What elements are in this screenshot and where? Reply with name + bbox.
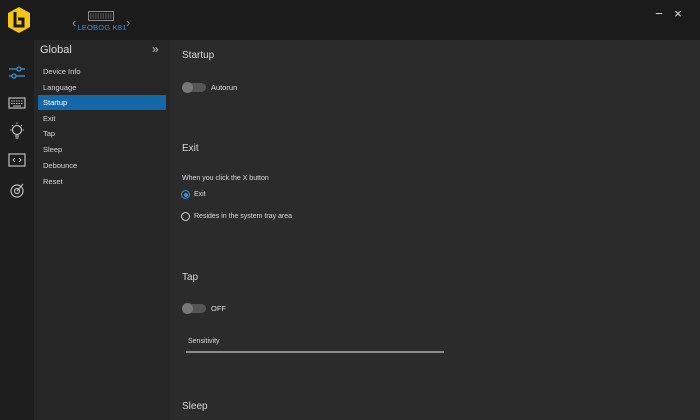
tray-option-label: Resides in the system tray area <box>194 213 293 220</box>
submenu-item-debounce[interactable]: Debounce <box>38 158 166 173</box>
sensitivity-slider[interactable] <box>186 351 444 353</box>
exit-section-title: Exit <box>182 143 199 154</box>
submenu-item-label: Startup <box>43 98 68 107</box>
target-icon[interactable] <box>8 181 26 199</box>
toggle-knob <box>182 82 193 93</box>
exit-radio[interactable] <box>181 190 190 199</box>
submenu-item-sleep[interactable]: Sleep <box>38 142 166 157</box>
submenu-item-label: Debounce <box>43 161 78 170</box>
submenu-item-label: Tap <box>43 129 56 138</box>
sliders-icon[interactable] <box>8 64 26 82</box>
startup-section-title: Startup <box>182 50 215 61</box>
global-submenu: Global » Device Info Language Startup Ex… <box>34 40 170 420</box>
submenu-item-tap[interactable]: Tap <box>38 126 166 141</box>
macro-code-icon[interactable] <box>8 151 26 169</box>
minimize-button[interactable]: − <box>651 6 667 22</box>
submenu-item-exit[interactable]: Exit <box>38 111 166 126</box>
submenu-item-label: Exit <box>43 114 56 123</box>
autorun-label: Autorun <box>211 83 238 92</box>
device-name[interactable]: LEOBOG K81 <box>70 23 134 32</box>
close-button[interactable]: × <box>670 6 686 22</box>
submenu-item-label: Language <box>43 83 77 92</box>
submenu-item-reset[interactable]: Reset <box>38 174 166 189</box>
leobog-logo-icon <box>8 7 30 33</box>
autorun-toggle[interactable] <box>182 82 206 93</box>
keyboard-icon[interactable] <box>8 94 26 112</box>
submenu-item-label: Device Info <box>43 67 81 76</box>
tap-toggle-label: OFF <box>211 304 226 313</box>
submenu-item-device-info[interactable]: Device Info <box>38 64 166 79</box>
exit-option-label: Exit <box>194 191 206 198</box>
submenu-title: Global <box>40 44 72 56</box>
keyboard-device-icon <box>88 11 114 21</box>
collapse-button[interactable]: » <box>152 42 159 56</box>
icon-rail <box>0 40 34 420</box>
tap-toggle[interactable] <box>182 303 206 314</box>
submenu-item-label: Sleep <box>43 145 63 154</box>
device-switcher: ‹ › LEOBOG K81 <box>70 10 134 34</box>
settings-panel: Startup Autorun Exit When you click the … <box>170 40 700 420</box>
tap-section-title: Tap <box>182 272 199 283</box>
lightbulb-icon[interactable] <box>8 122 26 140</box>
tray-radio[interactable] <box>181 212 190 221</box>
submenu-item-language[interactable]: Language <box>38 80 166 95</box>
title-bar: ‹ › LEOBOG K81 − × <box>0 0 700 40</box>
submenu-item-startup[interactable]: Startup <box>38 95 166 110</box>
toggle-knob <box>182 303 193 314</box>
sensitivity-label: Sensitivity <box>188 338 220 345</box>
sleep-section-title: Sleep <box>182 401 208 412</box>
submenu-item-label: Reset <box>43 177 63 186</box>
exit-prompt: When you click the X button <box>182 175 269 182</box>
